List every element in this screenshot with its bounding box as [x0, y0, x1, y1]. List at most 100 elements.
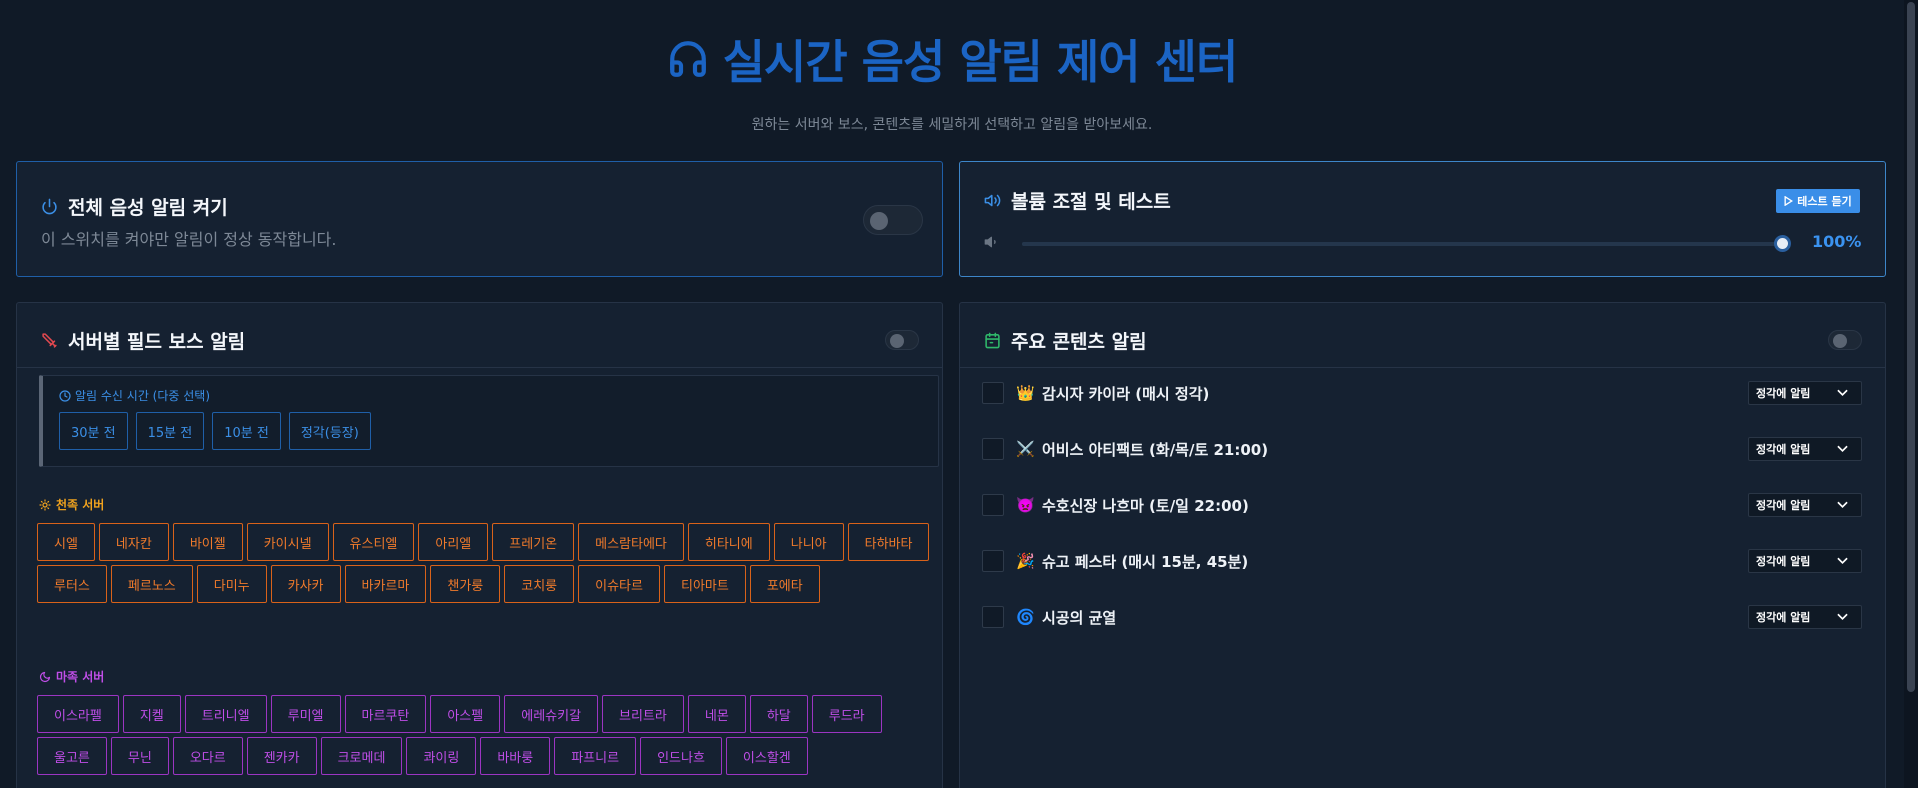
sky-server-chip[interactable]: 티아마트 — [663, 565, 746, 603]
sky-server-chip[interactable]: 바이젤 — [172, 523, 243, 561]
sky-server-chip[interactable]: 코치룽 — [504, 565, 575, 603]
content-checkbox[interactable] — [982, 550, 1004, 572]
sky-server-chip[interactable]: 바카르마 — [344, 565, 427, 603]
play-icon — [1784, 196, 1794, 206]
content-emoji: 👿 — [1016, 496, 1035, 514]
contents-card: 주요 콘텐츠 알림 👑 감시자 카이라 (매시 정각) 정각에 알림 ⚔️ 어비스 아티… — [959, 302, 1886, 788]
sky-server-chip[interactable]: 포에타 — [749, 565, 820, 603]
demon-server-chip[interactable]: 이스라펠 — [37, 695, 119, 733]
content-checkbox[interactable] — [982, 438, 1004, 460]
time-option[interactable]: 10분 전 — [212, 412, 281, 450]
sky-server-chip[interactable]: 나니아 — [773, 523, 844, 561]
master-toggle[interactable] — [863, 205, 923, 235]
demon-server-chip[interactable]: 루미엘 — [270, 695, 341, 733]
demon-server-chip[interactable]: 젠카카 — [246, 737, 317, 775]
sky-server-chip[interactable]: 시엘 — [37, 523, 95, 561]
sky-server-chip[interactable]: 네자칸 — [98, 523, 169, 561]
content-alert-select[interactable]: 정각에 알림 — [1748, 381, 1862, 405]
time-option[interactable]: 정각(등장) — [288, 412, 371, 450]
content-emoji: 👑 — [1016, 384, 1035, 402]
content-name: 수호신장 나흐마 (토/일 22:00) — [1042, 496, 1249, 515]
demon-server-chip[interactable]: 트리니엘 — [184, 695, 267, 733]
sky-server-chip[interactable]: 아리엘 — [418, 523, 489, 561]
demon-server-chip[interactable]: 무닌 — [110, 737, 169, 775]
test-play-button[interactable]: 테스트 듣기 — [1776, 189, 1860, 213]
demon-server-chip[interactable]: 루드라 — [811, 695, 882, 733]
content-alert-select[interactable]: 정각에 알림 — [1748, 605, 1862, 629]
sky-server-chip[interactable]: 루터스 — [37, 565, 107, 603]
sky-server-label-text: 천족 서버 — [56, 498, 105, 512]
volume-slider-thumb[interactable] — [1774, 235, 1791, 252]
demon-server-chip[interactable]: 크로메데 — [320, 737, 403, 775]
demon-server-chip[interactable]: 네몬 — [687, 695, 746, 733]
demon-server-label: 마족 서버 — [39, 668, 104, 685]
sky-server-chips: 시엘 네자칸 바이젤 카이시넬 유스티엘 아리엘 프레기온 메스람타에다 히타니에 나니아 타하바타… — [37, 523, 943, 603]
demon-server-chip[interactable]: 에레슈키갈 — [504, 695, 599, 733]
chevron-down-icon — [1837, 501, 1848, 509]
content-emoji: ⚔️ — [1016, 440, 1035, 458]
headphones-icon — [669, 41, 706, 77]
sword-icon — [42, 333, 57, 348]
demon-server-chip[interactable]: 오다르 — [172, 737, 243, 775]
sky-server-chip[interactable]: 카사카 — [270, 565, 341, 603]
sky-server-label: 천족 서버 — [39, 496, 104, 513]
sky-server-chip[interactable]: 프레기온 — [492, 523, 575, 561]
power-icon — [42, 198, 57, 215]
content-item: ⚔️ 어비스 아티팩트 (화/목/토 21:00) 정각에 알림 — [982, 429, 1862, 469]
contents-title-text: 주요 콘텐츠 알림 — [1011, 331, 1147, 353]
sky-server-chip[interactable]: 카이시넬 — [246, 523, 329, 561]
content-checkbox[interactable] — [982, 606, 1004, 628]
sky-server-chip[interactable]: 유스티엘 — [332, 523, 415, 561]
master-title: 전체 음성 알림 켜기 — [41, 193, 228, 220]
volume-slider[interactable] — [1022, 235, 1791, 252]
sky-server-chip[interactable]: 이슈타르 — [578, 565, 660, 603]
volume-slider-fill — [1022, 242, 1782, 246]
contents-title: 주요 콘텐츠 알림 — [984, 327, 1147, 354]
demon-server-chip[interactable]: 이스할겐 — [725, 737, 808, 775]
demon-server-chip[interactable]: 바바룽 — [480, 737, 551, 775]
volume-value: 100% — [1812, 232, 1862, 251]
content-item: 👿 수호신장 나흐마 (토/일 22:00) 정각에 알림 — [982, 485, 1862, 525]
content-item: 🎉 슈고 페스타 (매시 15분, 45분) 정각에 알림 — [982, 541, 1862, 581]
sky-server-chip[interactable]: 히타니에 — [687, 523, 770, 561]
content-alert-select[interactable]: 정각에 알림 — [1748, 493, 1862, 517]
content-name: 어비스 아티팩트 (화/목/토 21:00) — [1042, 440, 1269, 459]
speaker-icon — [984, 194, 1001, 207]
demon-server-chip[interactable]: 마르쿠탄 — [344, 695, 427, 733]
content-item: 🌀 시공의 균열 정각에 알림 — [982, 597, 1862, 637]
volume-card: 볼륨 조절 및 테스트 테스트 듣기 100% — [959, 161, 1886, 277]
demon-server-chip[interactable]: 파프니르 — [554, 737, 637, 775]
sky-server-chip[interactable]: 타하바타 — [847, 523, 930, 561]
demon-server-chip[interactable]: 울고른 — [37, 737, 107, 775]
content-alert-select[interactable]: 정각에 알림 — [1748, 549, 1862, 573]
content-alert-select-value: 정각에 알림 — [1756, 443, 1811, 456]
sky-server-chip[interactable]: 다미누 — [196, 565, 267, 603]
demon-server-chips: 이스라펠 지켈 트리니엘 루미엘 마르쿠탄 아스펠 에레슈키갈 브리트라 네몬 하달 루드라울고른 무… — [37, 695, 943, 775]
demon-server-chip[interactable]: 하달 — [749, 695, 808, 733]
contents-toggle[interactable] — [1828, 330, 1862, 350]
field-boss-title: 서버별 필드 보스 알림 — [41, 327, 245, 354]
content-checkbox[interactable] — [982, 494, 1004, 516]
demon-server-chip[interactable]: 콰이링 — [406, 737, 477, 775]
demon-server-chip[interactable]: 아스펠 — [430, 695, 501, 733]
field-boss-toggle[interactable] — [885, 330, 919, 350]
content-item: 👑 감시자 카이라 (매시 정각) 정각에 알림 — [982, 373, 1862, 413]
scrollbar-thumb[interactable] — [1907, 2, 1915, 692]
master-title-text: 전체 음성 알림 켜기 — [68, 197, 228, 219]
toggle-knob — [870, 212, 888, 230]
page-header: 실시간 음성 알림 제어 센터 원하는 서버와 보스, 콘텐츠를 세밀하게 선택… — [0, 26, 1904, 134]
card-divider — [960, 367, 1885, 368]
time-option[interactable]: 30분 전 — [59, 412, 128, 450]
sky-server-chip[interactable]: 메스람타에다 — [578, 523, 684, 561]
sky-server-chip[interactable]: 챈가룽 — [430, 565, 501, 603]
content-alert-select[interactable]: 정각에 알림 — [1748, 437, 1862, 461]
demon-server-chip[interactable]: 지켈 — [122, 695, 181, 733]
content-name: 감시자 카이라 (매시 정각) — [1042, 384, 1210, 403]
content-checkbox[interactable] — [982, 382, 1004, 404]
demon-server-chip[interactable]: 인드나흐 — [640, 737, 722, 775]
content-alert-select-value: 정각에 알림 — [1756, 611, 1811, 624]
sky-server-chip[interactable]: 페르노스 — [110, 565, 193, 603]
clock-icon — [59, 389, 71, 402]
demon-server-chip[interactable]: 브리트라 — [602, 695, 684, 733]
time-option[interactable]: 15분 전 — [135, 412, 205, 450]
